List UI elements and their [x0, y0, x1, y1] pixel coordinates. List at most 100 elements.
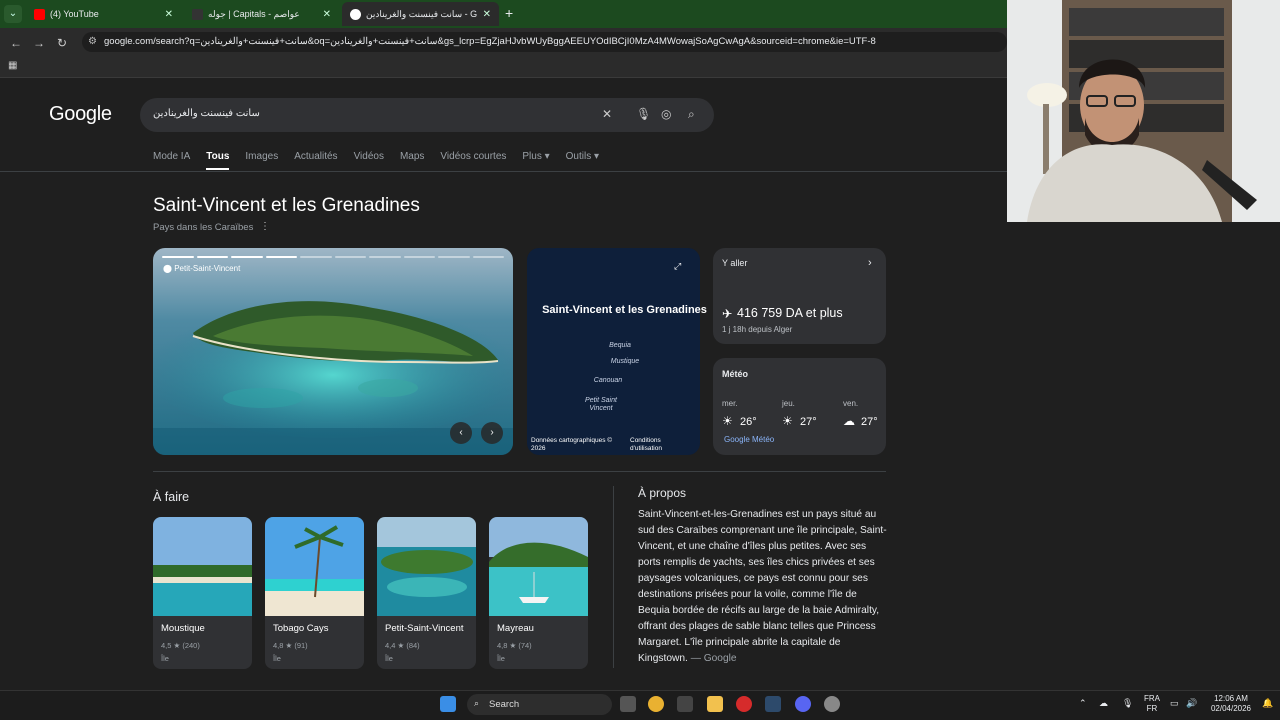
carousel-prev-button[interactable]: ‹ — [450, 422, 472, 444]
todo-item-type: Île — [385, 654, 393, 663]
site-settings-icon[interactable]: ⚙ — [88, 36, 97, 47]
windows-taskbar — [0, 690, 1280, 720]
reload-icon[interactable]: ↻ — [57, 36, 67, 50]
tab-mode-ia[interactable]: Mode IA — [153, 151, 190, 171]
opera-icon[interactable] — [736, 696, 752, 712]
tab-videos-courtes[interactable]: Vidéos courtes — [440, 151, 506, 171]
clock[interactable]: 12:06 AM 02/04/2026 — [1206, 694, 1256, 714]
search-query-text[interactable]: سانت فينسنت والغرينادين — [153, 108, 260, 119]
discord-icon[interactable] — [795, 696, 811, 712]
partly-sunny-icon: ☀ — [782, 414, 793, 428]
location-pin-icon: ⬤ — [163, 264, 172, 273]
todo-item-rating: 4,8 ★ (91) — [273, 641, 308, 650]
map-data-credit: Données cartographiques © 2026 — [531, 437, 613, 452]
todo-item-rating: 4,8 ★ (74) — [497, 641, 532, 650]
notification-icon[interactable]: 🔔 — [1262, 698, 1273, 708]
nav-divider — [0, 171, 1007, 172]
weather-temp: 26° — [740, 416, 757, 428]
clock-time: 12:06 AM — [1214, 694, 1248, 703]
flight-price: 416 759 DA et plus — [737, 306, 843, 320]
steam-icon[interactable] — [765, 696, 781, 712]
volume-icon[interactable]: 🔊 — [1186, 698, 1197, 708]
windows-start-icon[interactable] — [440, 696, 456, 712]
address-bar[interactable]: google.com/search?q=سانت+فينسنت+والغرينا… — [82, 32, 1007, 52]
todo-item-name: Moustique — [161, 623, 205, 634]
lens-icon[interactable]: ◎ — [661, 107, 671, 121]
tab-title: سانت فينسنت والغرينادين - Google — [366, 8, 477, 19]
close-tab-icon[interactable]: ✕ — [323, 9, 331, 20]
webcam-overlay — [1007, 0, 1280, 222]
apps-grid-icon[interactable]: ▦ — [8, 60, 17, 71]
tab-maps[interactable]: Maps — [400, 151, 424, 171]
chrome-icon[interactable] — [648, 696, 664, 712]
snipping-tool-icon[interactable] — [677, 696, 693, 712]
search-icon: ⌕ — [474, 698, 480, 708]
map-place-mustique: Mustique — [610, 358, 640, 365]
weather-header: Météo — [722, 369, 749, 379]
map-card[interactable] — [527, 248, 700, 455]
tab-tous[interactable]: Tous — [206, 151, 230, 171]
travel-header: Y aller — [722, 258, 748, 268]
tab-google-search[interactable]: سانت فينسنت والغرينادين - Google ✕ — [342, 2, 499, 26]
weather-temp: 27° — [861, 416, 878, 428]
carousel-next-button[interactable]: › — [481, 422, 503, 444]
todo-item-mayreau[interactable]: Mayreau 4,8 ★ (74) Île — [489, 517, 588, 669]
tab-plus[interactable]: Plus ▾ — [522, 151, 549, 171]
voice-search-icon[interactable]: 🎙 — [636, 107, 651, 121]
close-tab-icon[interactable]: ✕ — [483, 9, 491, 20]
close-tab-icon[interactable]: ✕ — [165, 9, 173, 20]
tab-videos[interactable]: Vidéos — [354, 151, 384, 171]
section-divider — [153, 471, 886, 472]
mayreau-image — [489, 517, 588, 616]
weather-day: jeu. — [782, 399, 795, 408]
microphone-icon[interactable]: 🎙 — [1122, 698, 1133, 708]
todo-item-type: Île — [161, 654, 169, 663]
language-indicator[interactable]: FRA FR — [1140, 694, 1164, 714]
google-logo[interactable]: Google — [49, 103, 112, 126]
google-weather-link[interactable]: Google Météo — [724, 435, 774, 444]
todo-item-moustique[interactable]: Moustique 4,5 ★ (240) Île — [153, 517, 252, 669]
app-icon[interactable] — [824, 696, 840, 712]
clear-search-icon[interactable]: ✕ — [602, 107, 612, 121]
task-view-icon[interactable] — [620, 696, 636, 712]
about-source[interactable]: — Google — [691, 653, 737, 664]
cloud-icon: ☁ — [843, 414, 855, 428]
tab-youtube[interactable]: (4) YouTube ✕ — [26, 2, 181, 26]
todo-item-tobago-cays[interactable]: Tobago Cays 4,8 ★ (91) Île — [265, 517, 364, 669]
clock-date: 02/04/2026 — [1210, 704, 1252, 713]
page-scrollbar[interactable] — [1270, 222, 1280, 688]
todo-item-petit-saint-vincent[interactable]: Petit-Saint-Vincent 4,4 ★ (84) Île — [377, 517, 476, 669]
back-icon[interactable]: ← — [10, 36, 22, 50]
chevron-up-icon[interactable]: ⌃ — [1079, 698, 1087, 708]
tab-outils[interactable]: Outils ▾ — [566, 151, 599, 171]
google-icon — [350, 8, 361, 20]
keyboard-layout: FR — [1146, 704, 1158, 713]
todo-item-type: Île — [497, 654, 505, 663]
site-icon — [192, 8, 203, 20]
new-tab-button[interactable]: + — [505, 5, 513, 21]
moustique-image — [153, 517, 252, 616]
forward-icon[interactable]: → — [33, 36, 45, 50]
more-options-icon[interactable]: ⋮ — [260, 221, 270, 232]
network-icon[interactable]: ▭ — [1170, 698, 1179, 708]
map-place-petit-saint-vincent: Petit Saint Vincent — [585, 397, 617, 412]
taskbar-search[interactable]: Search — [467, 694, 612, 715]
cloud-icon[interactable]: ☁ — [1099, 698, 1108, 708]
expand-map-icon[interactable]: ⤢ — [674, 261, 681, 272]
tab-search-button[interactable]: ⌄ — [4, 5, 22, 23]
tab-actualites[interactable]: Actualités — [294, 151, 337, 171]
panel-subtitle: Pays dans les Caraïbes — [153, 222, 254, 233]
tab-capitals[interactable]: جوله | Capitals - عواصم ✕ — [184, 2, 339, 26]
partly-sunny-icon: ☀ — [722, 414, 733, 428]
tab-images[interactable]: Images — [245, 151, 278, 171]
chevron-right-icon[interactable]: › — [868, 257, 872, 269]
todo-item-rating: 4,4 ★ (84) — [385, 641, 420, 650]
photo-location-label: ⬤ Petit-Saint-Vincent — [163, 264, 240, 273]
search-icon[interactable]: ⌕ — [688, 107, 695, 122]
map-place-canouan: Canouan — [593, 377, 623, 384]
tab-title: جوله | Capitals - عواصم — [208, 8, 300, 19]
map-terms-link[interactable]: Conditions d'utilisation — [630, 437, 690, 453]
file-explorer-icon[interactable] — [707, 696, 723, 712]
tobago-cays-image — [265, 517, 364, 616]
url-text: google.com/search?q=سانت+فينسنت+والغرينا… — [104, 36, 876, 47]
